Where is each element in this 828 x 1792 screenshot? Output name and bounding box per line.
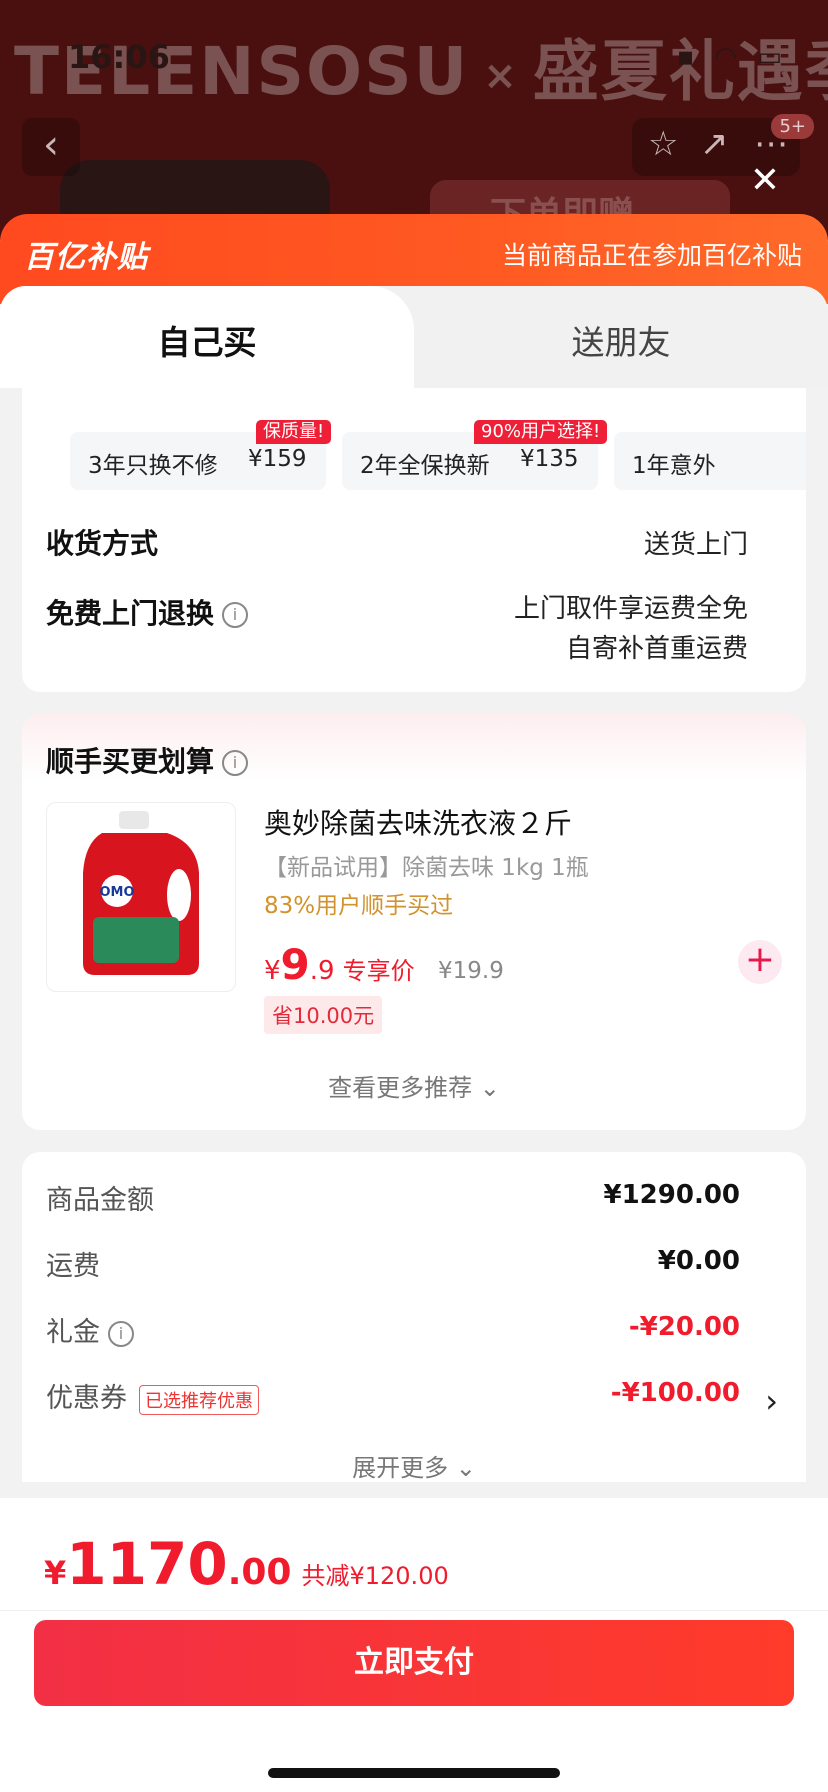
detergent-bottle-icon: OMO xyxy=(83,811,199,975)
return-line-2: 自寄补首重运费 xyxy=(565,634,748,664)
addon-product-name[interactable]: 奥妙除菌去味洗衣液２斤 xyxy=(264,802,572,842)
close-icon[interactable]: ✕ xyxy=(750,160,780,201)
total-reduced: 共减¥120.00 xyxy=(301,1562,449,1590)
total-price: ¥1170.00 共减¥120.00 xyxy=(44,1530,449,1598)
detergent-product-image[interactable]: OMO xyxy=(46,802,236,992)
tab-gift-friend[interactable]: 送朋友 xyxy=(414,316,828,364)
footer-divider xyxy=(0,1610,828,1611)
gift-money-value: -¥20.00 xyxy=(628,1312,740,1342)
goods-amount-value: ¥1290.00 xyxy=(603,1180,740,1210)
addon-save-tag: 省10.00元 xyxy=(264,996,383,1034)
product-page-backdrop: TELENSOSU×盛夏礼遇季 下单即赠 16:06 ▪ ◠ ▭ ‹ ☆ ↗ ⋯… xyxy=(0,0,828,240)
coupon-label: 优惠券 已选推荐优惠 xyxy=(46,1376,259,1415)
service-tag-quality: 保质量! xyxy=(256,420,332,444)
coupon-recommend-tag: 已选推荐优惠 xyxy=(139,1384,259,1415)
delivery-label: 收货方式 xyxy=(46,527,159,560)
info-icon[interactable]: i xyxy=(108,1320,134,1347)
status-bar: 16:06 ▪ ◠ ▭ xyxy=(0,30,828,80)
shipping-label: 运费 xyxy=(46,1251,100,1282)
message-badge: 5+ xyxy=(771,114,814,139)
return-line-1: 上门取件享运费全免 xyxy=(513,594,748,624)
chevron-right-icon[interactable]: › xyxy=(765,1382,778,1420)
goods-amount-label: 商品金额 xyxy=(46,1185,154,1216)
more-recommendations-link[interactable]: 查看更多推荐 ⌄ xyxy=(22,1068,806,1103)
chevron-down-icon: ⌄ xyxy=(455,1454,476,1482)
addon-price: ¥9.9 专享价 xyxy=(264,940,415,989)
addon-user-stat: 83%用户顺手买过 xyxy=(264,893,454,919)
info-icon[interactable]: i xyxy=(222,602,249,628)
addon-section-title: 顺手买更划算 i xyxy=(46,740,249,780)
add-addon-button[interactable]: + xyxy=(738,940,782,984)
favorite-star-icon[interactable]: ☆ xyxy=(648,124,678,164)
subsidy-logo: 百亿补贴 xyxy=(24,240,148,275)
price-summary-card: 商品金额 ¥1290.00 运费 ¥0.00 礼金 i -¥20.00 优惠券 已选… xyxy=(22,1152,806,1482)
subsidy-note: 当前商品正在参加百亿补贴 xyxy=(501,241,802,270)
addon-card: 顺手买更划算 i OMO 奥妙除菌去味洗衣液２斤 【新品试用】除菌去味 1kg 1… xyxy=(22,714,806,1130)
addon-original-price: ¥19.9 xyxy=(438,958,504,984)
home-indicator xyxy=(268,1768,560,1778)
gift-money-label: 礼金 i xyxy=(46,1310,134,1349)
info-icon[interactable]: i xyxy=(222,750,249,776)
status-time: 16:06 xyxy=(68,38,170,76)
svg-text:OMO: OMO xyxy=(99,885,134,900)
shipping-value: ¥0.00 xyxy=(657,1246,740,1276)
tab-buy-self[interactable]: 自己买 xyxy=(0,316,414,364)
expand-more-link[interactable]: 展开更多 ⌄ xyxy=(22,1448,806,1483)
return-label: 免费上门退换 i xyxy=(46,592,249,632)
status-icons: ▪ ◠ ▭ xyxy=(676,42,788,72)
service-options: 3年只换不修 ¥159 保质量! 2年全保换新 ¥135 90%用户选择! 1年… xyxy=(46,420,806,490)
back-button[interactable]: ‹ xyxy=(22,118,80,176)
share-icon[interactable]: ↗ xyxy=(700,124,729,164)
delivery-value[interactable]: 送货上门 xyxy=(644,524,748,561)
addon-product-desc: 【新品试用】除菌去味 1kg 1瓶 xyxy=(264,855,589,881)
service-option-1yr[interactable]: 1年意外 xyxy=(614,432,806,490)
purchase-tabs: 自己买 送朋友 xyxy=(0,286,828,388)
service-tag-popular: 90%用户选择! xyxy=(474,420,608,444)
pay-now-button[interactable]: 立即支付 xyxy=(34,1620,794,1706)
checkout-footer: ¥1170.00 共减¥120.00 立即支付 xyxy=(0,1498,828,1792)
coupon-value[interactable]: -¥100.00 xyxy=(611,1378,740,1408)
chevron-down-icon: ⌄ xyxy=(479,1074,500,1102)
service-card: 3年只换不修 ¥159 保质量! 2年全保换新 ¥135 90%用户选择! 1年… xyxy=(22,388,806,692)
